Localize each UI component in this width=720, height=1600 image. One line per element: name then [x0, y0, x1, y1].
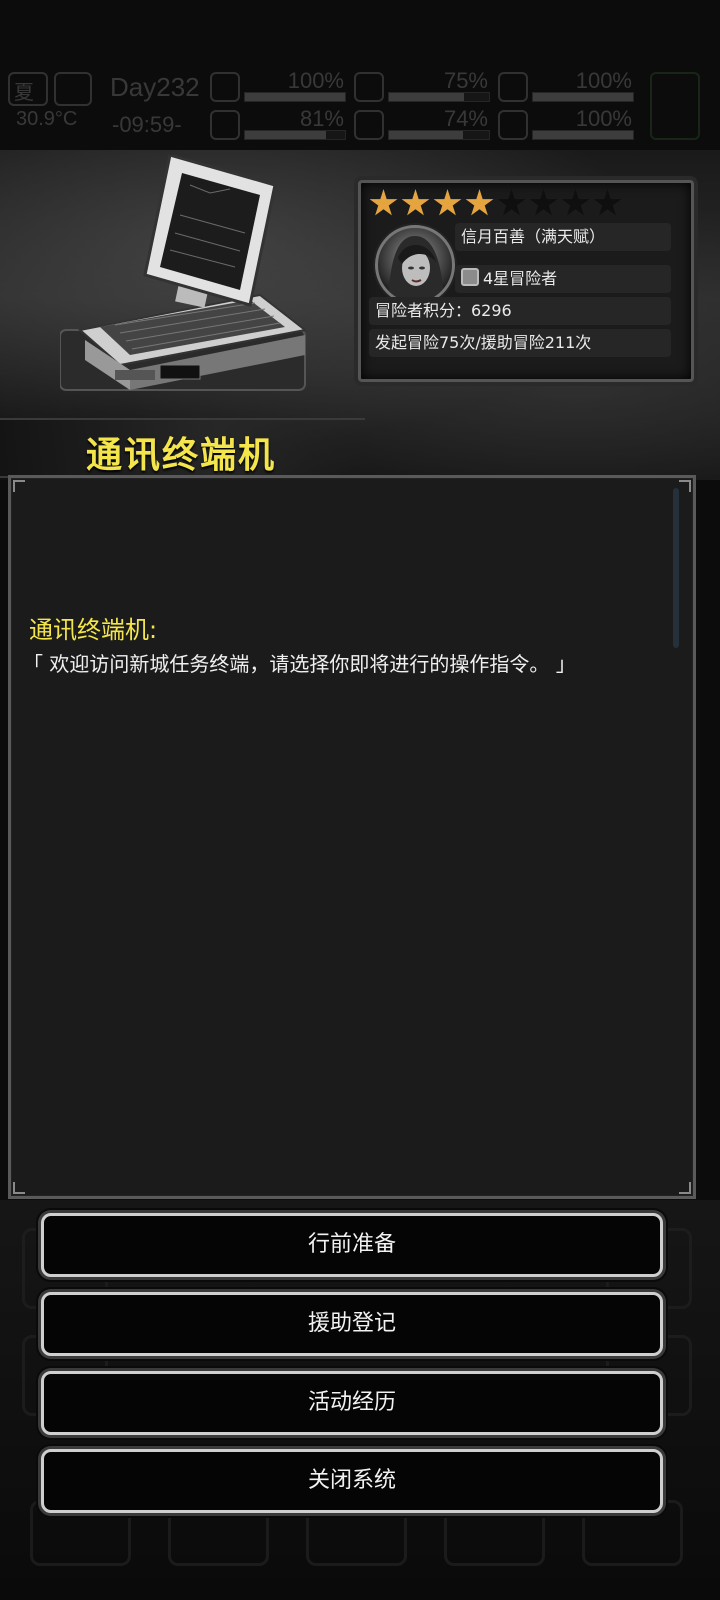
star-empty-icon — [497, 189, 526, 216]
assist-register-button[interactable]: 援助登记 — [41, 1292, 663, 1356]
status-bar: 夏 30.9°C Day232 -09:59- 100% 75% 100% 81% 74… — [0, 68, 720, 148]
rank-stars — [369, 189, 622, 218]
stat-value: 100% — [575, 106, 632, 131]
dialog-panel: 通讯终端机: 「 欢迎访问新城任务终端，请选择你即将进行的操作指令。 」 — [8, 475, 696, 1199]
panel-corner — [679, 480, 691, 492]
stat-bar — [388, 130, 490, 140]
panel-corner — [13, 1182, 25, 1194]
medkit-icon — [210, 72, 240, 102]
stat-bar — [244, 92, 346, 102]
panel-corner — [679, 1182, 691, 1194]
water-drop-icon — [354, 110, 384, 140]
boot-icon — [210, 110, 240, 140]
stat-value: 75% — [443, 68, 488, 93]
laptop-illustration — [60, 155, 308, 391]
star-filled-icon — [465, 189, 494, 216]
season-label: 夏 — [14, 82, 34, 104]
stat-bar — [532, 92, 634, 102]
dialog-speaker: 通讯终端机: — [29, 616, 158, 644]
sleep-icon — [498, 72, 528, 102]
stat-bar-fill — [533, 93, 633, 101]
inventory-slot[interactable] — [650, 72, 700, 140]
adventurer-score: 冒险者积分：6296 — [369, 297, 671, 325]
star-empty-icon — [593, 189, 622, 216]
stat-bar-fill — [533, 131, 633, 139]
stat-value: 81% — [299, 106, 344, 131]
adventurer-profile-card: 信月百善（满天赋） 4星冒险者 冒险者积分：6296 发起冒险75次/援助冒险2… — [358, 180, 694, 382]
activity-history-button[interactable]: 活动经历 — [41, 1371, 663, 1435]
title-banner: 通讯终端机 — [0, 418, 365, 478]
stat-bar-fill — [389, 131, 463, 139]
rank-badge-icon — [461, 268, 479, 286]
heart-icon — [498, 110, 528, 140]
season-badge: 夏 — [8, 72, 48, 106]
mission-history: 发起冒险75次/援助冒险211次 — [369, 329, 671, 357]
stat-bar — [388, 92, 490, 102]
clock-readout: -09:59- — [112, 112, 182, 137]
stomach-icon — [354, 72, 384, 102]
dialog-message: 「 欢迎访问新城任务终端，请选择你即将进行的操作指令。 」 — [23, 652, 576, 676]
star-empty-icon — [561, 189, 590, 216]
rank-label: 4星冒险者 — [483, 269, 558, 288]
adventurer-rank: 4星冒险者 — [455, 265, 671, 293]
temperature-readout: 30.9°C — [16, 108, 78, 130]
panel-corner — [13, 480, 25, 492]
prepare-button[interactable]: 行前准备 — [41, 1213, 663, 1277]
portrait-image — [388, 236, 444, 302]
stat-bar-fill — [389, 93, 464, 101]
stat-value: 100% — [575, 68, 632, 93]
stat-bar-fill — [245, 131, 326, 139]
close-system-button[interactable]: 关闭系统 — [41, 1449, 663, 1513]
page-title: 通讯终端机 — [86, 435, 277, 476]
stat-value: 74% — [443, 106, 488, 131]
stat-bar — [532, 130, 634, 140]
adventurer-name: 信月百善（满天赋） — [455, 223, 671, 251]
star-empty-icon — [529, 189, 558, 216]
day-counter: Day232 — [110, 72, 200, 102]
avatar[interactable] — [375, 225, 455, 305]
star-filled-icon — [401, 189, 430, 216]
star-filled-icon — [369, 189, 398, 216]
stat-value: 100% — [287, 68, 344, 93]
rain-cloud-icon — [54, 72, 92, 106]
star-filled-icon — [433, 189, 462, 216]
dialog-scrollbar[interactable] — [673, 488, 679, 648]
stat-bar — [244, 130, 346, 140]
stat-bar-fill — [245, 93, 345, 101]
